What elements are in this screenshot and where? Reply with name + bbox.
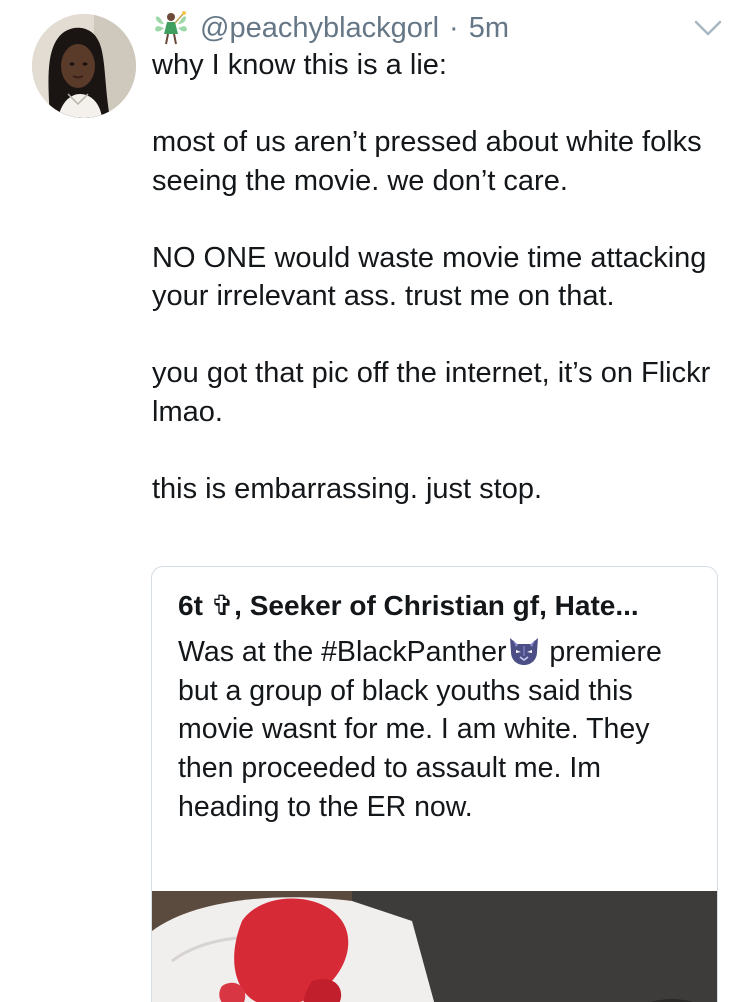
quoted-text-start: Was at the #BlackPanther — [178, 636, 507, 668]
chevron-down-icon[interactable] — [692, 16, 724, 40]
user-avatar[interactable] — [32, 14, 136, 118]
tweet-paragraph: this is embarrassing. just stop. — [152, 472, 543, 505]
attached-photo[interactable] — [152, 891, 717, 1002]
panther-face-icon — [507, 634, 541, 666]
avatar-photo — [32, 14, 136, 118]
tweet-paragraph: most of us aren’t pressed about white fo… — [152, 126, 702, 197]
quoted-display-name: 6t ✞, Seeker of Christian gf, Hate... — [178, 590, 639, 621]
quoted-tweet-card[interactable]: 6t ✞, Seeker of Christian gf, Hate... Wa… — [151, 566, 718, 1002]
fairy-icon — [152, 8, 192, 48]
tweet-header: @peachyblackgorl · 5m — [152, 8, 509, 48]
tweet-paragraph: why I know this is a lie: — [152, 49, 447, 81]
tweet-paragraph: NO ONE would waste movie time attacking … — [152, 241, 707, 313]
user-handle[interactable]: @peachyblackgorl — [200, 12, 439, 45]
tweet-timestamp[interactable]: 5m — [469, 12, 509, 45]
quoted-tweet-text: Was at the #BlackPanther premiere but a … — [178, 633, 703, 827]
tweet-body: why I know this is a lie: most of us are… — [152, 46, 727, 508]
separator-dot: · — [449, 11, 459, 44]
tweet-paragraph: you got that pic off the internet, it’s … — [152, 357, 711, 428]
